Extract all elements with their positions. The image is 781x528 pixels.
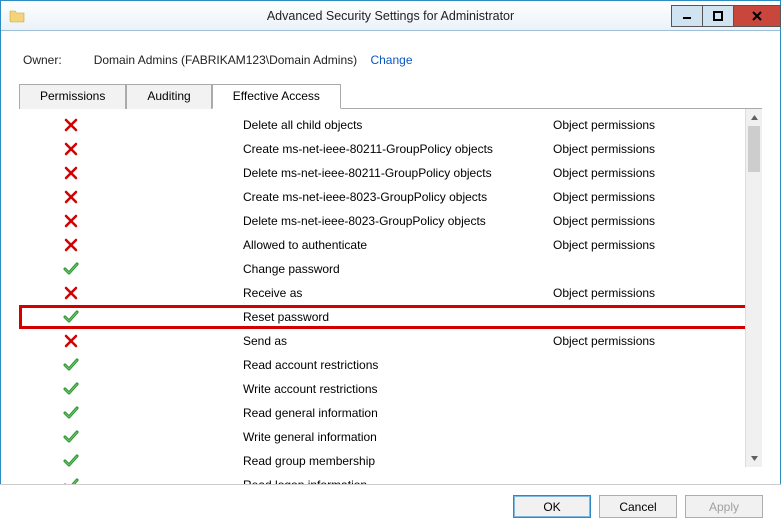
change-owner-link[interactable]: Change: [370, 53, 412, 67]
cancel-button[interactable]: Cancel: [599, 495, 677, 518]
permission-row[interactable]: Read general information: [19, 401, 762, 425]
deny-icon: [49, 213, 93, 229]
permission-name: Write account restrictions: [243, 382, 553, 396]
allow-icon: [49, 357, 93, 373]
limited-by: Object permissions: [553, 190, 762, 204]
permission-row[interactable]: Delete all child objectsObject permissio…: [19, 113, 762, 137]
limited-by: Object permissions: [553, 118, 762, 132]
permission-name: Change password: [243, 262, 553, 276]
permission-row[interactable]: Write account restrictions: [19, 377, 762, 401]
limited-by: Object permissions: [553, 286, 762, 300]
permission-row[interactable]: Read group membership: [19, 449, 762, 473]
limited-by: Object permissions: [553, 214, 762, 228]
deny-icon: [63, 285, 79, 301]
deny-icon: [49, 165, 93, 181]
window-title: Advanced Security Settings for Administr…: [1, 9, 780, 23]
owner-row: Owner: Domain Admins (FABRIKAM123\Domain…: [23, 53, 762, 67]
limited-by: Object permissions: [553, 334, 762, 348]
allow-icon: [49, 261, 93, 277]
deny-icon: [63, 237, 79, 253]
tab-permissions[interactable]: Permissions: [19, 84, 126, 109]
deny-icon: [49, 189, 93, 205]
tab-effective-access[interactable]: Effective Access: [212, 84, 341, 109]
apply-button[interactable]: Apply: [685, 495, 763, 518]
permission-row[interactable]: Reset password: [19, 305, 762, 329]
scroll-up-button[interactable]: [746, 109, 762, 126]
deny-icon: [49, 141, 93, 157]
allow-icon: [63, 405, 79, 421]
permission-name: Create ms-net-ieee-8023-GroupPolicy obje…: [243, 190, 553, 204]
deny-icon: [63, 141, 79, 157]
maximize-button[interactable]: [702, 5, 734, 27]
limited-by: Object permissions: [553, 142, 762, 156]
deny-icon: [49, 237, 93, 253]
minimize-button[interactable]: [671, 5, 703, 27]
scroll-thumb[interactable]: [748, 126, 760, 172]
limited-by: Object permissions: [553, 238, 762, 252]
permission-row[interactable]: Send asObject permissions: [19, 329, 762, 353]
scroll-down-button[interactable]: [746, 450, 762, 467]
permission-row[interactable]: Create ms-net-ieee-80211-GroupPolicy obj…: [19, 137, 762, 161]
deny-icon: [63, 117, 79, 133]
deny-icon: [49, 333, 93, 349]
permission-name: Read account restrictions: [243, 358, 553, 372]
titlebar: Advanced Security Settings for Administr…: [1, 1, 780, 31]
permission-row[interactable]: Receive asObject permissions: [19, 281, 762, 305]
close-button[interactable]: [733, 5, 781, 27]
allow-icon: [63, 309, 79, 325]
permission-row[interactable]: Allowed to authenticateObject permission…: [19, 233, 762, 257]
deny-icon: [49, 285, 93, 301]
allow-icon: [63, 357, 79, 373]
ok-button[interactable]: OK: [513, 495, 591, 518]
permission-name: Receive as: [243, 286, 553, 300]
allow-icon: [63, 429, 79, 445]
permission-row[interactable]: Change password: [19, 257, 762, 281]
deny-icon: [63, 189, 79, 205]
permission-name: Create ms-net-ieee-80211-GroupPolicy obj…: [243, 142, 553, 156]
allow-icon: [63, 261, 79, 277]
permission-row[interactable]: Write general information: [19, 425, 762, 449]
permission-name: Write general information: [243, 430, 553, 444]
allow-icon: [49, 309, 93, 325]
permission-name: Allowed to authenticate: [243, 238, 553, 252]
permission-name: Send as: [243, 334, 553, 348]
dialog-footer: OK Cancel Apply: [0, 484, 781, 528]
window-controls: [671, 5, 780, 27]
permission-name: Delete ms-net-ieee-8023-GroupPolicy obje…: [243, 214, 553, 228]
permission-name: Delete all child objects: [243, 118, 553, 132]
content-area: Owner: Domain Admins (FABRIKAM123\Domain…: [1, 31, 780, 475]
effective-access-list: Delete all child objectsObject permissio…: [19, 109, 762, 467]
permission-row[interactable]: Delete ms-net-ieee-8023-GroupPolicy obje…: [19, 209, 762, 233]
permission-name: Read general information: [243, 406, 553, 420]
tabs: Permissions Auditing Effective Access: [19, 83, 762, 109]
allow-icon: [49, 429, 93, 445]
permission-row[interactable]: Delete ms-net-ieee-80211-GroupPolicy obj…: [19, 161, 762, 185]
allow-icon: [49, 453, 93, 469]
permission-row[interactable]: Create ms-net-ieee-8023-GroupPolicy obje…: [19, 185, 762, 209]
permission-name: Reset password: [243, 310, 553, 324]
deny-icon: [49, 117, 93, 133]
owner-value: Domain Admins (FABRIKAM123\Domain Admins…: [94, 53, 357, 67]
vertical-scrollbar[interactable]: [745, 109, 762, 467]
allow-icon: [63, 381, 79, 397]
deny-icon: [63, 213, 79, 229]
allow-icon: [63, 453, 79, 469]
deny-icon: [63, 165, 79, 181]
owner-label: Owner:: [23, 53, 62, 67]
permission-name: Delete ms-net-ieee-80211-GroupPolicy obj…: [243, 166, 553, 180]
allow-icon: [49, 405, 93, 421]
allow-icon: [49, 381, 93, 397]
tab-auditing[interactable]: Auditing: [126, 84, 211, 109]
limited-by: Object permissions: [553, 166, 762, 180]
permission-name: Read group membership: [243, 454, 553, 468]
deny-icon: [63, 333, 79, 349]
folder-icon: [9, 8, 25, 24]
permission-row[interactable]: Read account restrictions: [19, 353, 762, 377]
